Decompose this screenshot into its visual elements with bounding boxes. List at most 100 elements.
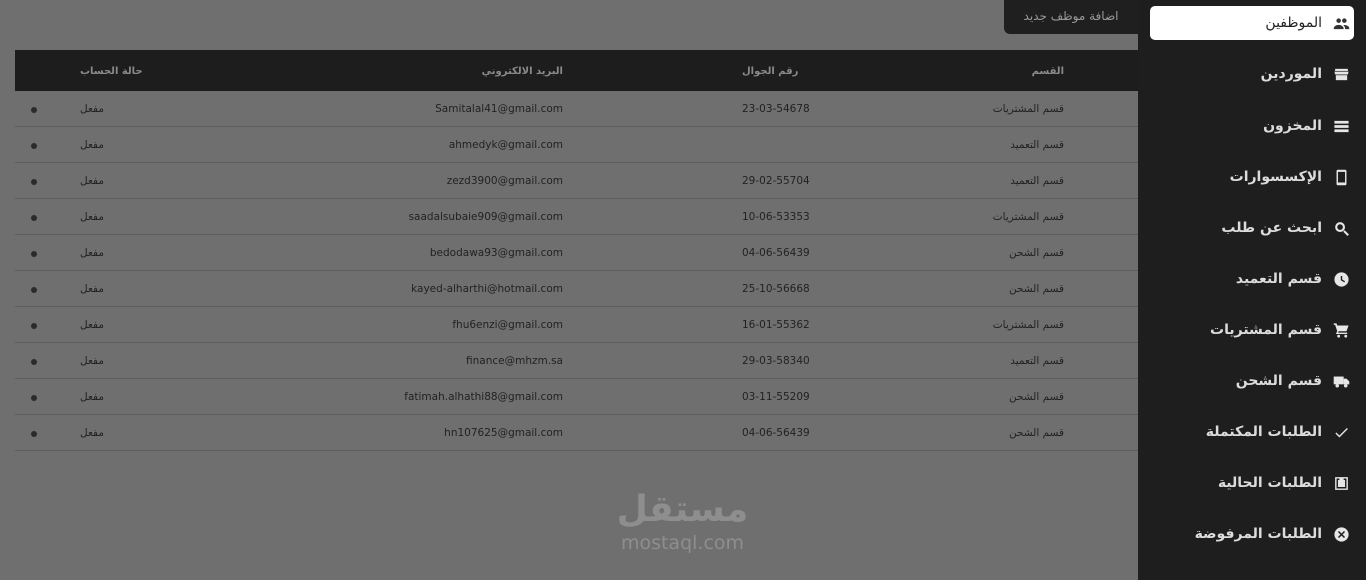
watermark-arabic: مستقل (616, 489, 749, 530)
cancel-circle-icon (1332, 525, 1350, 543)
cell-status: مفعل (80, 175, 104, 187)
table-row[interactable]: قسم الشحن 25-10-56668 kayed-alharthi@hotma… (15, 271, 1138, 307)
table-row[interactable]: قسم المشتريات 10-06-53353 saadalsubaie909@… (15, 199, 1138, 235)
store-icon (1332, 65, 1350, 83)
sidebar-item-people[interactable]: الموظفين (1150, 6, 1354, 40)
cell-status: مفعل (80, 211, 104, 223)
row-menu-dot-icon[interactable] (31, 179, 37, 185)
row-menu-dot-icon[interactable] (31, 395, 37, 401)
truck-icon (1332, 372, 1350, 390)
cell-phone: 16-01-55362 (742, 319, 810, 331)
cell-email: ahmedyk@gmail.com (448, 139, 563, 151)
table-row[interactable]: قسم التعميد 29-02-55704 zezd3900@gmail.com… (15, 163, 1138, 199)
table-row[interactable]: قسم التعميد ahmedyk@gmail.com مفعل (15, 127, 1138, 163)
sidebar-item-label: قسم الشحن (1235, 373, 1322, 389)
row-menu-dot-icon[interactable] (31, 143, 37, 149)
sidebar-item-phone[interactable]: الإكسسوارات (1150, 160, 1354, 194)
sidebar-item-store[interactable]: الموردين (1150, 57, 1354, 91)
sidebar-item-check[interactable]: الطلبات المكتملة (1150, 415, 1354, 449)
cell-status: مفعل (80, 391, 104, 403)
cell-email: bedodawa93@gmail.com (429, 247, 563, 259)
cell-email: saadalsubaie909@gmail.com (408, 211, 563, 223)
sidebar-item-label: المخزون (1263, 118, 1322, 134)
cell-status: مفعل (80, 427, 104, 439)
table-row[interactable]: قسم الشحن 04-06-56439 bedodawa93@gmail.com… (15, 235, 1138, 271)
sidebar-item-label: الموظفين (1265, 15, 1322, 31)
sidebar-item-label: ابحث عن طلب (1221, 220, 1322, 236)
people-icon (1332, 14, 1350, 32)
row-menu-dot-icon[interactable] (31, 107, 37, 113)
cell-email: finance@mhzm.sa (466, 355, 563, 367)
cell-phone: 04-06-56439 (742, 247, 810, 259)
employees-table: القسم رقم الجوال البريد الالكتروني حالة … (15, 50, 1138, 451)
mostaql-watermark-logo: مستقل mostaql.com (600, 488, 765, 554)
cell-email: zezd3900@gmail.com (446, 175, 563, 187)
sidebar-item-label: قسم المشتريات (1210, 322, 1322, 338)
cell-status: مفعل (80, 139, 104, 151)
table-body: قسم المشتريات 23-03-54678 Samitalal41@gmai… (15, 91, 1138, 451)
check-icon (1332, 423, 1350, 441)
header-status: حالة الحساب (80, 66, 143, 77)
sidebar-item-clock[interactable]: قسم التعميد (1150, 262, 1354, 296)
sidebar-item-search[interactable]: ابحث عن طلب (1150, 211, 1354, 245)
cell-dept: قسم التعميد (1010, 355, 1064, 367)
cell-dept: قسم المشتريات (992, 103, 1064, 115)
cart-icon (1332, 321, 1350, 339)
cell-email: Samitalal41@gmail.com (435, 103, 563, 115)
sidebar-item-truck[interactable]: قسم الشحن (1150, 364, 1354, 398)
header-dept: القسم (1031, 66, 1064, 77)
cell-email: fhu6enzi@gmail.com (452, 319, 563, 331)
sidebar-item-label: الطلبات المكتملة (1205, 424, 1322, 440)
cell-email: fatimah.alhathi88@gmail.com (404, 391, 563, 403)
cell-dept: قسم الشحن (1009, 283, 1064, 295)
row-menu-dot-icon[interactable] (31, 323, 37, 329)
cell-email: kayed-alharthi@hotmail.com (411, 283, 563, 295)
row-menu-dot-icon[interactable] (31, 359, 37, 365)
header-email: البريد الالكتروني (481, 66, 563, 77)
cell-dept: قسم الشحن (1009, 247, 1064, 259)
cell-phone: 03-11-55209 (742, 391, 810, 403)
storage-icon (1332, 117, 1350, 135)
cell-status: مفعل (80, 355, 104, 367)
sidebar-item-label: قسم التعميد (1235, 271, 1322, 287)
sidebar: الموظفين الموردين المخزون الإكسسوارات ابحث ع… (1138, 0, 1366, 580)
cell-phone: 04-06-56439 (742, 427, 810, 439)
row-menu-dot-icon[interactable] (31, 251, 37, 257)
watermark-latin: mostaql.com (620, 532, 745, 554)
cell-status: مفعل (80, 103, 104, 115)
row-menu-dot-icon[interactable] (31, 287, 37, 293)
table-row[interactable]: قسم الشحن 04-06-56439 hn107625@gmail.com مف… (15, 415, 1138, 451)
cell-phone: 25-10-56668 (742, 283, 810, 295)
table-row[interactable]: قسم المشتريات 23-03-54678 Samitalal41@gmai… (15, 91, 1138, 127)
sidebar-item-label: الطلبات المرفوضة (1194, 526, 1322, 542)
sidebar-item-storage[interactable]: المخزون (1150, 109, 1354, 143)
cell-status: مفعل (80, 283, 104, 295)
cell-dept: قسم المشتريات (992, 211, 1064, 223)
cell-dept: قسم المشتريات (992, 319, 1064, 331)
cell-phone: 23-03-54678 (742, 103, 810, 115)
inbox-download-icon (1332, 474, 1350, 492)
header-phone: رقم الجوال (742, 66, 799, 77)
cell-dept: قسم التعميد (1010, 139, 1064, 151)
row-menu-dot-icon[interactable] (31, 215, 37, 221)
sidebar-item-label: الموردين (1260, 66, 1322, 82)
phone-icon (1332, 168, 1350, 186)
main-content: اضافة موظف جديد القسم رقم الجوال البريد … (0, 0, 1138, 580)
cell-phone: 29-02-55704 (742, 175, 810, 187)
sidebar-item-cancel-circle[interactable]: الطلبات المرفوضة (1150, 517, 1354, 551)
table-row[interactable]: قسم الشحن 03-11-55209 fatimah.alhathi88@gm… (15, 379, 1138, 415)
sidebar-item-cart[interactable]: قسم المشتريات (1150, 313, 1354, 347)
sidebar-item-label: الطلبات الحالية (1217, 475, 1322, 491)
cell-dept: قسم التعميد (1010, 175, 1064, 187)
row-menu-dot-icon[interactable] (31, 431, 37, 437)
cell-status: مفعل (80, 319, 104, 331)
cell-phone: 29-03-58340 (742, 355, 810, 367)
cell-email: hn107625@gmail.com (444, 427, 563, 439)
search-icon (1332, 219, 1350, 237)
add-employee-button[interactable]: اضافة موظف جديد (1004, 0, 1138, 34)
table-header: القسم رقم الجوال البريد الالكتروني حالة … (15, 50, 1138, 91)
table-row[interactable]: قسم المشتريات 16-01-55362 fhu6enzi@gmail.c… (15, 307, 1138, 343)
table-row[interactable]: قسم التعميد 29-03-58340 finance@mhzm.sa مفع… (15, 343, 1138, 379)
sidebar-item-inbox-download[interactable]: الطلبات الحالية (1150, 466, 1354, 500)
sidebar-item-label: الإكسسوارات (1229, 169, 1322, 185)
